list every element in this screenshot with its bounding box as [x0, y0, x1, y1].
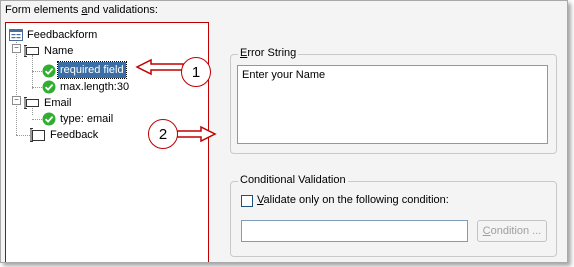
collapse-name-toggle[interactable]: − [12, 44, 21, 53]
textfield-icon [24, 45, 39, 57]
error-string-textarea[interactable]: Enter your Name [237, 65, 548, 144]
conditional-validation-group: Conditional Validation Validate only on … [230, 174, 557, 257]
tree-connector [16, 135, 30, 136]
collapse-email-toggle[interactable]: − [12, 96, 21, 105]
callout-2: 2 [148, 119, 178, 149]
tree-connector [32, 55, 33, 89]
conditional-validation-label: Conditional Validation [238, 174, 348, 186]
tree-connector [32, 71, 42, 72]
textarea-icon [30, 128, 45, 142]
check-icon [42, 80, 56, 94]
callout-1: 1 [181, 57, 211, 87]
tree-connector [16, 39, 17, 135]
callout-2-arrow [176, 125, 217, 143]
form-icon [9, 29, 23, 41]
tree-connector [32, 119, 42, 120]
error-string-label: Error String [238, 47, 299, 59]
condition-button[interactable]: Condition ... [477, 220, 547, 242]
textfield-icon [24, 97, 39, 109]
tree-connector [32, 87, 42, 88]
condition-field[interactable] [241, 220, 468, 242]
check-icon [42, 64, 56, 78]
panel-title: Form elements and validations: [5, 4, 158, 16]
error-string-group: Error String Enter your Name [230, 47, 557, 154]
validate-condition-checkbox[interactable] [241, 195, 253, 207]
form-validation-panel: Form elements and validations: Feedbackf… [0, 0, 568, 263]
validate-condition-label[interactable]: Validate only on the following condition… [257, 194, 449, 206]
check-icon [42, 112, 56, 126]
